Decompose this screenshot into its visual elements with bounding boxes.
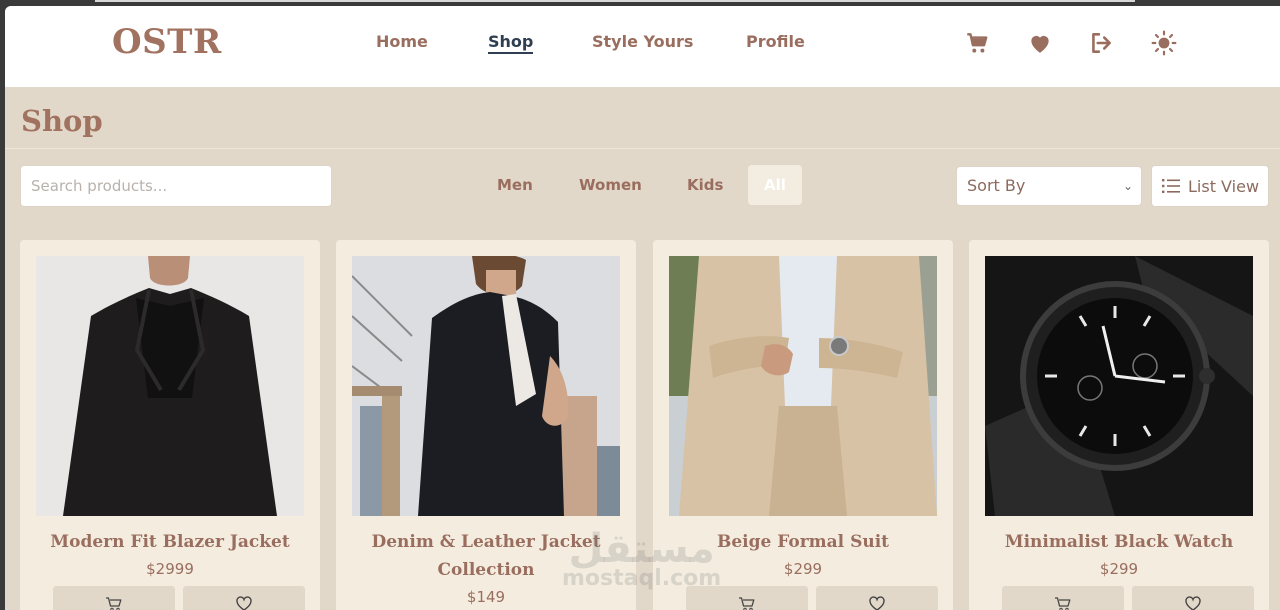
heart-icon (869, 596, 885, 610)
product-card[interactable]: Denim & Leather Jacket Collection $149 (336, 240, 636, 610)
chevron-down-icon: ⌄ (1122, 179, 1133, 193)
list-view-button[interactable]: List View (1151, 165, 1269, 207)
product-image[interactable] (352, 256, 620, 516)
add-to-cart-button[interactable] (1002, 586, 1124, 610)
product-price: $2999 (146, 560, 194, 578)
nav-link-home[interactable]: Home (376, 32, 428, 51)
category-men[interactable]: Men (497, 165, 533, 205)
category-all[interactable]: All (748, 165, 802, 205)
list-view-label: List View (1188, 177, 1260, 196)
heart-icon (236, 596, 252, 610)
heart-icon[interactable] (1027, 30, 1053, 56)
brand-logo[interactable]: OSTR (112, 22, 222, 62)
product-card[interactable]: Beige Formal Suit $299 (653, 240, 953, 610)
search-input[interactable] (20, 165, 332, 207)
product-title[interactable]: Minimalist Black Watch (979, 528, 1259, 556)
window-top-line (95, 0, 1135, 2)
add-to-cart-button[interactable] (53, 586, 175, 610)
product-price: $299 (1099, 560, 1139, 578)
app-window: OSTR Home Shop Style Yours Profile Shop … (5, 6, 1280, 610)
product-image[interactable] (985, 256, 1253, 516)
product-title[interactable]: Modern Fit Blazer Jacket (30, 528, 310, 556)
add-to-wishlist-button[interactable] (816, 586, 938, 610)
product-image[interactable] (36, 256, 304, 516)
nav-link-shop[interactable]: Shop (488, 32, 534, 54)
nav-link-profile[interactable]: Profile (746, 32, 805, 51)
heart-icon (1185, 596, 1201, 610)
list-icon (1162, 179, 1180, 193)
add-to-wishlist-button[interactable] (183, 586, 305, 610)
cart-icon (739, 597, 755, 610)
product-price: $299 (783, 560, 823, 578)
add-to-wishlist-button[interactable] (1132, 586, 1254, 610)
category-women[interactable]: Women (579, 165, 642, 205)
sort-by-select[interactable]: Sort By ⌄ (956, 166, 1142, 206)
add-to-cart-button[interactable] (686, 586, 808, 610)
navbar: OSTR Home Shop Style Yours Profile (5, 6, 1280, 87)
logout-icon[interactable] (1088, 30, 1114, 56)
product-image[interactable] (669, 256, 937, 516)
product-title[interactable]: Denim & Leather Jacket Collection (346, 528, 626, 584)
product-title[interactable]: Beige Formal Suit (663, 528, 943, 556)
product-card[interactable]: Modern Fit Blazer Jacket $2999 (20, 240, 320, 610)
category-kids[interactable]: Kids (687, 165, 723, 205)
page-title: Shop (21, 104, 103, 138)
nav-link-style-yours[interactable]: Style Yours (592, 32, 693, 51)
sort-by-label: Sort By (967, 176, 1026, 195)
cart-icon (106, 597, 122, 610)
sun-icon[interactable] (1151, 30, 1177, 56)
cart-icon (1055, 597, 1071, 610)
cart-icon[interactable] (964, 30, 990, 56)
title-divider (5, 148, 1280, 149)
product-card[interactable]: Minimalist Black Watch $299 (969, 240, 1269, 610)
product-price: $149 (466, 588, 506, 606)
